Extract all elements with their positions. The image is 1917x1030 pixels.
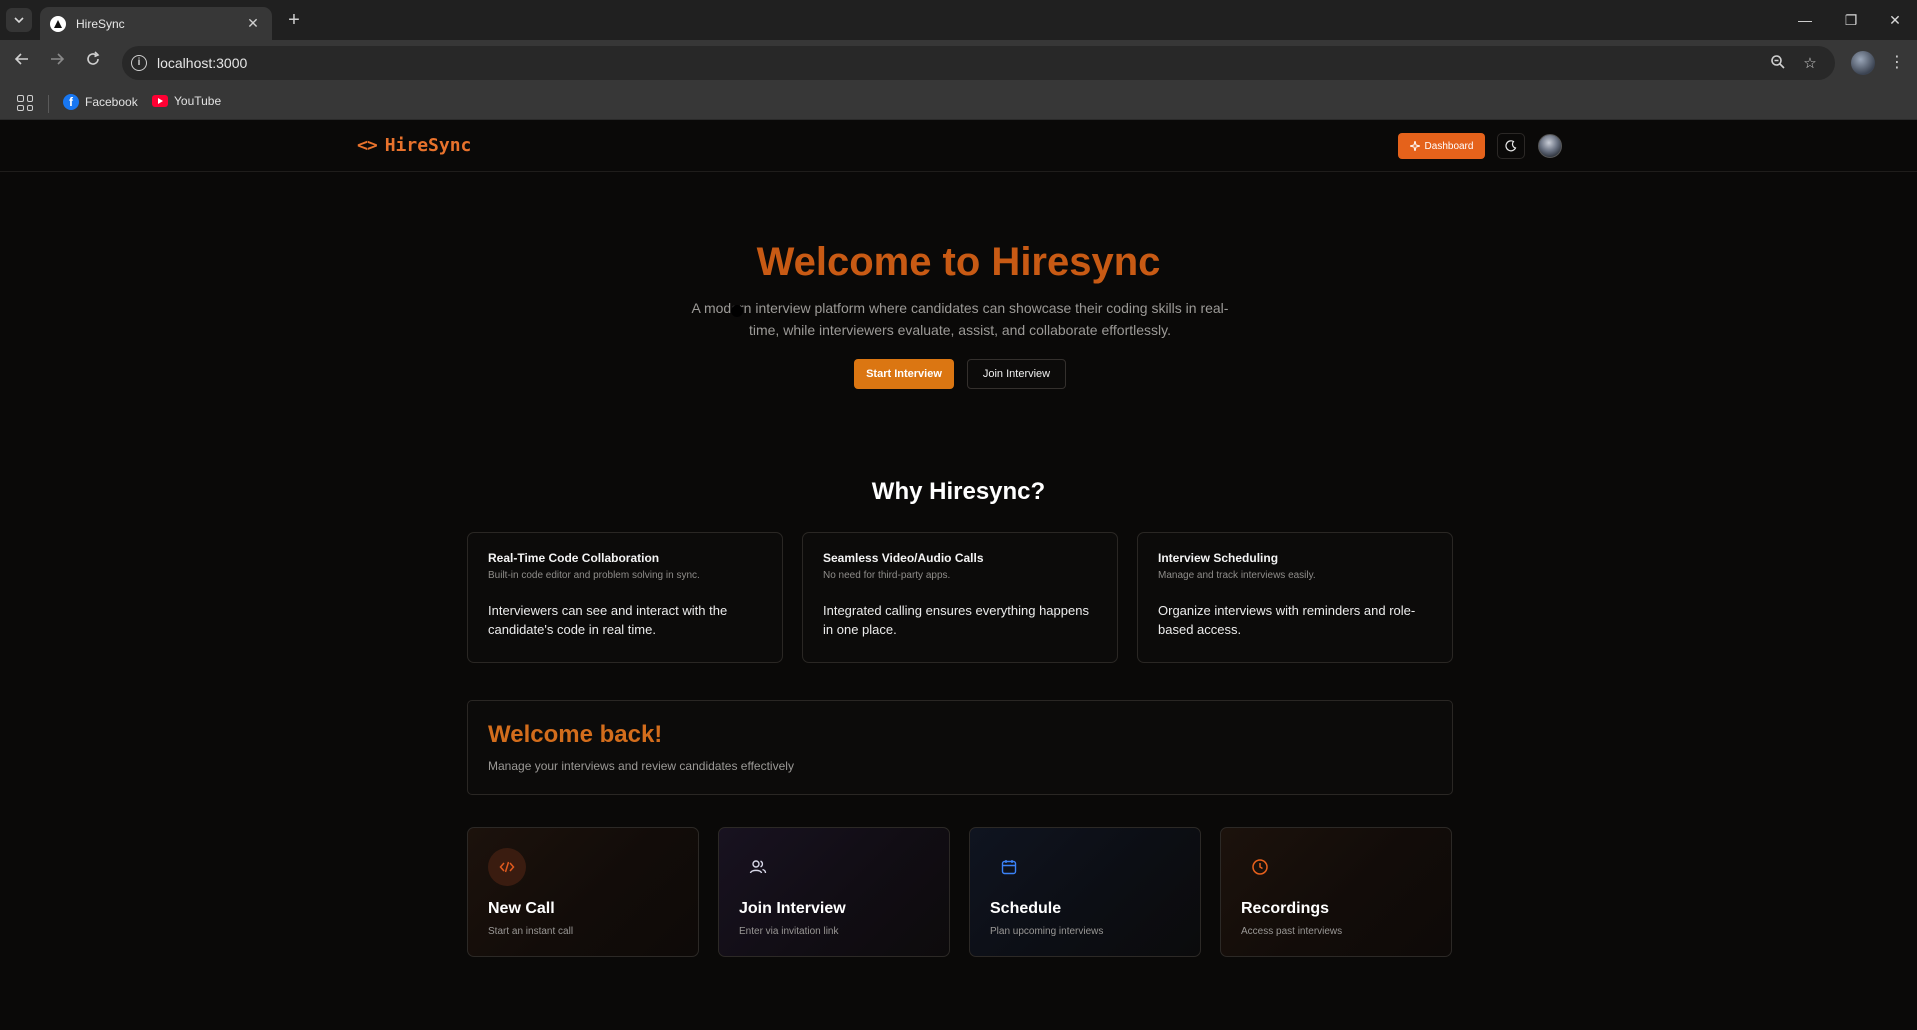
clock-icon	[1241, 848, 1279, 886]
bookmark-label: Facebook	[85, 95, 138, 109]
hero-description: A modern interview platform where candid…	[691, 300, 1229, 338]
bookmarks-bar: f Facebook YouTube	[0, 86, 1917, 120]
bookmark-label: YouTube	[174, 94, 222, 108]
action-card-recordings[interactable]: Recordings Access past interviews	[1220, 827, 1452, 957]
feature-title: Seamless Video/Audio Calls	[823, 551, 984, 565]
feature-subtitle: Built-in code editor and problem solving…	[488, 570, 700, 581]
browser-tabstrip: HireSync ✕ + — ❐ ✕	[0, 0, 1917, 40]
action-title: New Call	[488, 900, 555, 917]
feature-title: Interview Scheduling	[1158, 551, 1279, 565]
minimize-button[interactable]: —	[1782, 8, 1828, 32]
apps-grid-icon[interactable]	[17, 95, 33, 111]
reload-button[interactable]	[81, 51, 105, 75]
restore-button[interactable]: ❐	[1828, 8, 1874, 32]
youtube-icon	[152, 95, 168, 107]
bookmark-facebook[interactable]: f Facebook	[63, 94, 138, 110]
dashboard-label: Dashboard	[1424, 140, 1474, 152]
bookmarks-separator	[48, 95, 49, 113]
hero-title: Welcome to Hiresync	[756, 240, 1161, 284]
chevron-down-icon	[14, 17, 24, 24]
action-subtitle: Enter via invitation link	[739, 926, 839, 937]
tab-search-button[interactable]	[6, 8, 32, 32]
action-title: Schedule	[990, 900, 1062, 917]
feature-title: Real-Time Code Collaboration	[488, 551, 660, 565]
reload-icon	[87, 51, 100, 65]
welcome-title: Welcome back!	[488, 721, 663, 748]
action-card-schedule[interactable]: Schedule Plan upcoming interviews	[969, 827, 1201, 957]
tab-favicon-icon	[50, 15, 66, 32]
address-bar[interactable]: i localhost:3000 ☆	[122, 46, 1835, 80]
browser-profile-avatar[interactable]	[1851, 51, 1875, 75]
new-tab-button[interactable]: +	[282, 9, 306, 33]
action-title: Join Interview	[739, 900, 846, 917]
sparkle-icon	[1409, 141, 1420, 151]
theme-toggle-button[interactable]	[1497, 133, 1525, 159]
feature-card-video-calls: Seamless Video/Audio Calls No need for t…	[802, 532, 1118, 663]
arrow-left-icon	[14, 53, 28, 65]
feature-body: Organize interviews with reminders and r…	[1158, 603, 1416, 637]
start-interview-button[interactable]: Start Interview	[854, 359, 954, 389]
feature-card-scheduling: Interview Scheduling Manage and track in…	[1137, 532, 1453, 663]
users-icon	[739, 848, 777, 886]
mouse-cursor	[731, 305, 743, 317]
welcome-banner: Welcome back! Manage your interviews and…	[467, 700, 1453, 795]
welcome-subtitle: Manage your interviews and review candid…	[488, 759, 794, 773]
forward-button[interactable]	[45, 51, 69, 75]
why-section-title: Why Hiresync?	[871, 478, 1046, 505]
action-title: Recordings	[1241, 900, 1330, 917]
feature-card-code-collaboration: Real-Time Code Collaboration Built-in co…	[467, 532, 783, 663]
action-subtitle: Plan upcoming interviews	[990, 926, 1104, 937]
code-brackets-icon: <>	[357, 135, 378, 156]
moon-icon	[1505, 140, 1517, 152]
user-avatar[interactable]	[1538, 134, 1562, 158]
tab-close-icon[interactable]: ✕	[244, 15, 262, 32]
action-card-join-interview[interactable]: Join Interview Enter via invitation link	[718, 827, 950, 957]
browser-toolbar: i localhost:3000 ☆ ⋮	[0, 40, 1917, 86]
feature-subtitle: No need for third-party apps.	[823, 570, 951, 581]
browser-menu-icon[interactable]: ⋮	[1888, 51, 1906, 75]
bookmark-star-icon[interactable]: ☆	[1800, 54, 1820, 74]
code-icon	[488, 848, 526, 886]
feature-subtitle: Manage and track interviews easily.	[1158, 570, 1316, 581]
page: <> HireSync Dashboard Welcome to Hiresyn…	[0, 120, 1917, 1030]
join-interview-button[interactable]: Join Interview	[967, 359, 1066, 389]
action-subtitle: Access past interviews	[1241, 926, 1343, 937]
action-card-new-call[interactable]: New Call Start an instant call	[467, 827, 699, 957]
browser-tab[interactable]: HireSync ✕	[40, 7, 272, 40]
feature-body: Interviewers can see and interact with t…	[488, 603, 728, 637]
zoom-icon[interactable]	[1768, 54, 1788, 74]
calendar-icon	[990, 848, 1028, 886]
brand-logo[interactable]: <> HireSync	[357, 135, 471, 156]
dashboard-button[interactable]: Dashboard	[1398, 133, 1485, 159]
address-url[interactable]: localhost:3000	[157, 55, 247, 71]
close-window-button[interactable]: ✕	[1872, 8, 1917, 32]
feature-body: Integrated calling ensures everything ha…	[823, 603, 1089, 637]
site-info-icon[interactable]: i	[131, 55, 147, 71]
arrow-right-icon	[51, 53, 65, 65]
back-button[interactable]	[10, 51, 34, 75]
tab-title: HireSync	[76, 16, 125, 31]
action-subtitle: Start an instant call	[488, 926, 574, 937]
brand-name: HireSync	[384, 135, 472, 156]
site-navbar: <> HireSync Dashboard	[0, 120, 1917, 172]
facebook-icon: f	[63, 94, 79, 110]
bookmark-youtube[interactable]: YouTube	[152, 94, 221, 108]
